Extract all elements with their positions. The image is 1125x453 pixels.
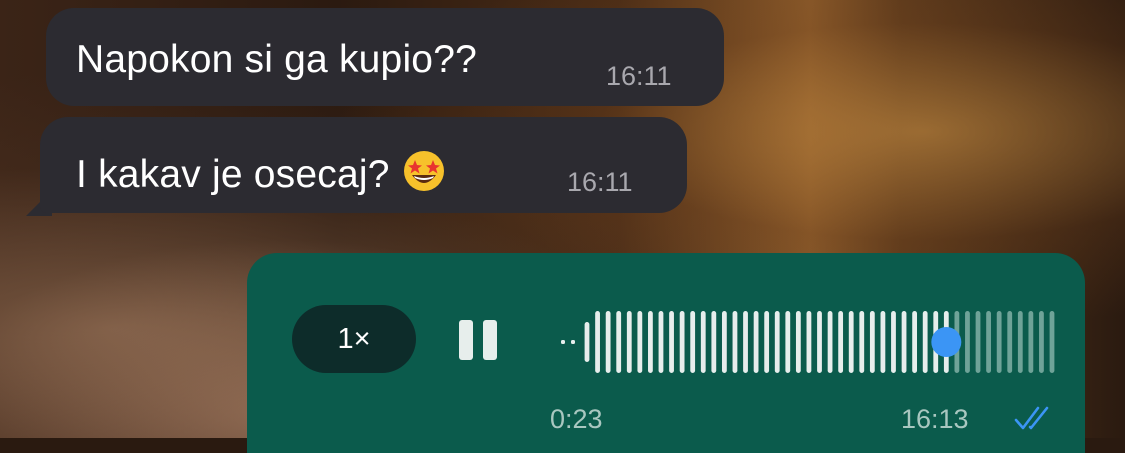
waveform-bar xyxy=(859,311,865,373)
waveform-bar xyxy=(732,311,738,373)
waveform-bar xyxy=(648,311,653,373)
waveform-bar xyxy=(891,311,896,373)
waveform-bar xyxy=(806,311,812,373)
waveform-bar xyxy=(743,311,748,373)
waveform-bar xyxy=(795,311,801,373)
waveform-bar xyxy=(901,311,907,373)
message-time: 16:11 xyxy=(567,167,633,197)
waveform-bar xyxy=(711,311,717,373)
voice-waveform[interactable] xyxy=(557,293,1057,383)
message-time: 16:13 xyxy=(901,404,969,434)
incoming-message-bubble[interactable]: I kakav je osecaj? 16:11 xyxy=(40,117,687,213)
waveform-bar xyxy=(721,311,727,373)
message-text: I kakav je osecaj? xyxy=(76,153,390,196)
waveform-bar xyxy=(690,311,696,373)
waveform-bar xyxy=(996,311,1002,373)
waveform-bar xyxy=(637,311,643,373)
waveform-bar xyxy=(679,311,685,373)
waveform-bar xyxy=(827,311,833,373)
waveform-bar xyxy=(1049,311,1055,373)
waveform-bar xyxy=(584,322,590,362)
read-receipt-icon xyxy=(1014,406,1049,430)
waveform-bar xyxy=(774,311,780,373)
incoming-message-bubble[interactable]: Napokon si ga kupio?? 16:11 xyxy=(46,8,724,106)
waveform-bar xyxy=(1017,311,1023,373)
waveform-bar xyxy=(912,311,918,373)
playback-speed-button[interactable]: 1× xyxy=(292,305,416,373)
message-text-line: I kakav je osecaj? xyxy=(76,147,448,197)
waveform-bar xyxy=(965,311,970,373)
waveform-bar xyxy=(764,311,770,373)
message-text: Napokon si ga kupio?? xyxy=(76,38,477,81)
waveform-bar xyxy=(817,311,822,373)
waveform-bar xyxy=(616,311,622,373)
waveform-bar xyxy=(700,311,706,373)
message-time: 16:11 xyxy=(606,61,672,91)
waveform-bar xyxy=(658,311,664,373)
pause-icon[interactable] xyxy=(459,320,501,360)
waveform-bar xyxy=(922,311,928,373)
waveform-bar xyxy=(880,311,886,373)
playback-scrubber-thumb[interactable] xyxy=(931,327,962,357)
waveform-bar xyxy=(669,311,674,373)
voice-message-bubble[interactable]: 1× 0:23 16:13 xyxy=(247,253,1085,453)
waveform-bar xyxy=(785,311,791,373)
waveform-bar xyxy=(595,311,600,373)
waveform-dot xyxy=(561,340,565,344)
waveform-bar xyxy=(838,311,844,373)
waveform-bar xyxy=(1039,311,1044,373)
waveform-bar xyxy=(869,311,875,373)
waveform-bar xyxy=(975,311,981,373)
waveform-bar xyxy=(848,311,854,373)
waveform-bar xyxy=(1028,311,1034,373)
waveform-bar xyxy=(605,311,611,373)
voice-duration: 0:23 xyxy=(550,404,603,434)
waveform-bar xyxy=(1007,311,1013,373)
waveform-bar xyxy=(986,311,991,373)
waveform-bar xyxy=(753,311,759,373)
waveform-bar xyxy=(626,311,632,373)
star-struck-emoji-icon xyxy=(403,151,444,191)
waveform-dot xyxy=(571,340,575,344)
